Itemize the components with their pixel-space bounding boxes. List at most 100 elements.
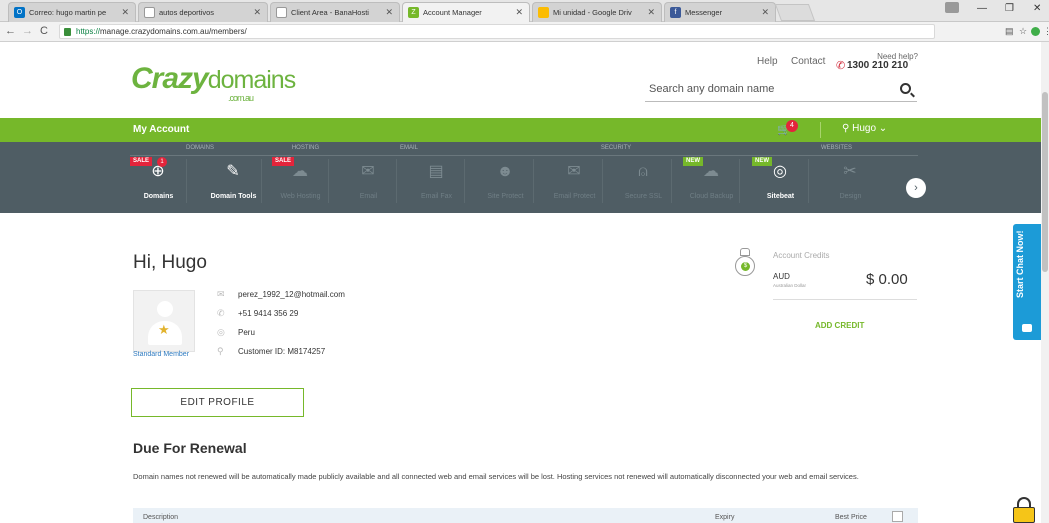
address-toolbar: ← → C https://manage.crazydomains.com.au… bbox=[0, 22, 1049, 42]
tab-title: Account Manager bbox=[423, 8, 482, 17]
phone-number[interactable]: 1300 210 210 bbox=[847, 60, 908, 71]
logo-domains: domains bbox=[207, 66, 296, 94]
divider bbox=[739, 159, 740, 203]
currency-name: Australian Dollar bbox=[773, 283, 807, 288]
close-window-icon[interactable]: ✕ bbox=[1033, 3, 1041, 14]
member-level[interactable]: Standard Member bbox=[133, 351, 189, 358]
back-icon[interactable]: ← bbox=[5, 25, 16, 37]
forward-icon[interactable]: → bbox=[22, 25, 33, 37]
phone-icon: ✆ bbox=[836, 60, 846, 72]
category-domains: DOMAINS bbox=[185, 145, 214, 151]
page-icon bbox=[276, 7, 287, 18]
service-label: Email Fax bbox=[420, 193, 453, 200]
facebook-icon: f bbox=[670, 7, 681, 18]
padlock-icon: ⍝ bbox=[638, 163, 648, 180]
member-star-icon: ★ bbox=[158, 322, 170, 337]
column-description: Description bbox=[143, 514, 179, 521]
column-best-price: Best Price bbox=[835, 514, 867, 521]
crazydomains-icon: Z bbox=[408, 7, 419, 18]
category-email: EMAIL bbox=[399, 145, 418, 151]
category-security: SECURITY bbox=[600, 145, 632, 151]
service-site-protect[interactable]: ☻ Site Protect bbox=[477, 155, 534, 206]
new-tab-button[interactable] bbox=[774, 4, 816, 21]
service-label: Web Hosting bbox=[280, 193, 321, 200]
padlock-icon[interactable] bbox=[1012, 497, 1036, 523]
sale-badge: SALE bbox=[272, 157, 295, 166]
divider bbox=[328, 159, 329, 203]
service-domains[interactable]: ⊕ SALE 1 Domains bbox=[130, 155, 187, 206]
tab-client-area[interactable]: Client Area - BanaHosti ✕ bbox=[270, 2, 400, 22]
edit-profile-button[interactable]: EDIT PROFILE bbox=[131, 388, 304, 417]
fax-icon: ▤ bbox=[428, 163, 444, 180]
contact-link[interactable]: Contact bbox=[791, 56, 825, 67]
close-tab-icon[interactable]: ✕ bbox=[515, 7, 523, 18]
reload-icon[interactable]: C bbox=[40, 25, 48, 37]
service-email-fax[interactable]: ▤ Email Fax bbox=[408, 155, 465, 206]
logo-tld: .com.au bbox=[228, 93, 254, 103]
service-web-hosting[interactable]: ☁ SALE Web Hosting bbox=[272, 155, 329, 206]
search-icon[interactable] bbox=[900, 83, 911, 94]
service-domain-tools[interactable]: ✎ Domain Tools bbox=[205, 155, 262, 206]
domain-search-input[interactable]: Search any domain name bbox=[645, 78, 917, 102]
help-link[interactable]: Help bbox=[757, 56, 778, 67]
service-label: Secure SSL bbox=[624, 193, 663, 200]
tab-messenger[interactable]: f Messenger ✕ bbox=[664, 2, 776, 22]
user-icon: ⚲ bbox=[842, 123, 850, 134]
avatar[interactable]: ★ bbox=[133, 290, 195, 352]
service-email[interactable]: ✉ Email bbox=[340, 155, 397, 206]
profile-icon[interactable] bbox=[945, 2, 959, 13]
menu-icon[interactable]: ⋮ bbox=[1043, 26, 1049, 37]
chevron-right-icon[interactable]: › bbox=[906, 178, 926, 198]
address-field[interactable]: https://manage.crazydomains.com.au/membe… bbox=[59, 24, 935, 39]
tab-outlook[interactable]: O Correo: hugo martin pe ✕ bbox=[8, 2, 136, 22]
tab-title: Messenger bbox=[685, 8, 723, 17]
account-credits-heading: Account Credits bbox=[773, 251, 830, 260]
bookmark-star-icon[interactable]: ☆ bbox=[1019, 26, 1027, 37]
divider bbox=[261, 159, 262, 203]
close-tab-icon[interactable]: ✕ bbox=[121, 7, 129, 18]
service-label: Domains bbox=[143, 193, 174, 200]
outlook-icon: O bbox=[14, 7, 25, 18]
envelope-icon: ✉ bbox=[217, 289, 225, 299]
crazydomains-logo[interactable]: Crazydomains .com.au bbox=[131, 62, 296, 103]
page-scrollbar[interactable] bbox=[1041, 42, 1049, 523]
browser-window: O Correo: hugo martin pe ✕ autos deporti… bbox=[0, 0, 1049, 523]
close-tab-icon[interactable]: ✕ bbox=[647, 7, 655, 18]
chat-label: Start Chat Now! bbox=[1015, 230, 1025, 299]
minimize-icon[interactable]: — bbox=[977, 3, 987, 14]
tab-account-manager[interactable]: Z Account Manager ✕ bbox=[402, 2, 530, 22]
scrollbar-thumb[interactable] bbox=[1042, 92, 1048, 272]
new-badge: NEW bbox=[683, 157, 703, 166]
divider bbox=[820, 122, 821, 138]
extension-icon[interactable] bbox=[1031, 27, 1040, 36]
restore-icon[interactable]: ❐ bbox=[1005, 3, 1014, 14]
start-chat-button[interactable]: Start Chat Now! bbox=[1013, 224, 1041, 340]
tab-autos[interactable]: autos deportivos ✕ bbox=[138, 2, 268, 22]
user-icon: ⚲ bbox=[217, 346, 224, 356]
renewal-description: Domain names not renewed will be automat… bbox=[133, 472, 859, 481]
email-protect-icon: ✉ bbox=[567, 163, 581, 180]
page-icon bbox=[144, 7, 155, 18]
close-tab-icon[interactable]: ✕ bbox=[761, 7, 769, 18]
sale-badge: SALE bbox=[130, 157, 153, 166]
tab-google-drive[interactable]: Mi unidad - Google Driv ✕ bbox=[532, 2, 662, 22]
tab-title: Correo: hugo martin pe bbox=[29, 8, 107, 17]
close-tab-icon[interactable]: ✕ bbox=[253, 7, 261, 18]
close-tab-icon[interactable]: ✕ bbox=[385, 7, 393, 18]
chat-bubble-icon bbox=[1022, 324, 1032, 332]
service-email-protect[interactable]: ✉ Email Protect bbox=[546, 155, 603, 206]
url-scheme: https:// bbox=[76, 27, 101, 36]
select-all-checkbox[interactable] bbox=[892, 511, 903, 522]
service-design[interactable]: ✂ Design bbox=[822, 155, 879, 206]
service-label: Cloud Backup bbox=[689, 193, 734, 200]
lock-body bbox=[1013, 507, 1035, 523]
service-sitebeat[interactable]: ◎ NEW Sitebeat bbox=[752, 155, 809, 206]
my-account-title[interactable]: My Account bbox=[133, 124, 189, 135]
category-hosting: HOSTING bbox=[291, 145, 320, 151]
service-cloud-backup[interactable]: ☁ NEW Cloud Backup bbox=[683, 155, 740, 206]
service-secure-ssl[interactable]: ⍝ Secure SSL bbox=[615, 155, 672, 206]
translate-icon[interactable]: ▤ bbox=[1005, 26, 1014, 37]
user-menu[interactable]: ⚲ Hugo ⌄ bbox=[842, 123, 887, 134]
add-credit-link[interactable]: ADD CREDIT bbox=[815, 321, 864, 330]
divider bbox=[671, 159, 672, 203]
